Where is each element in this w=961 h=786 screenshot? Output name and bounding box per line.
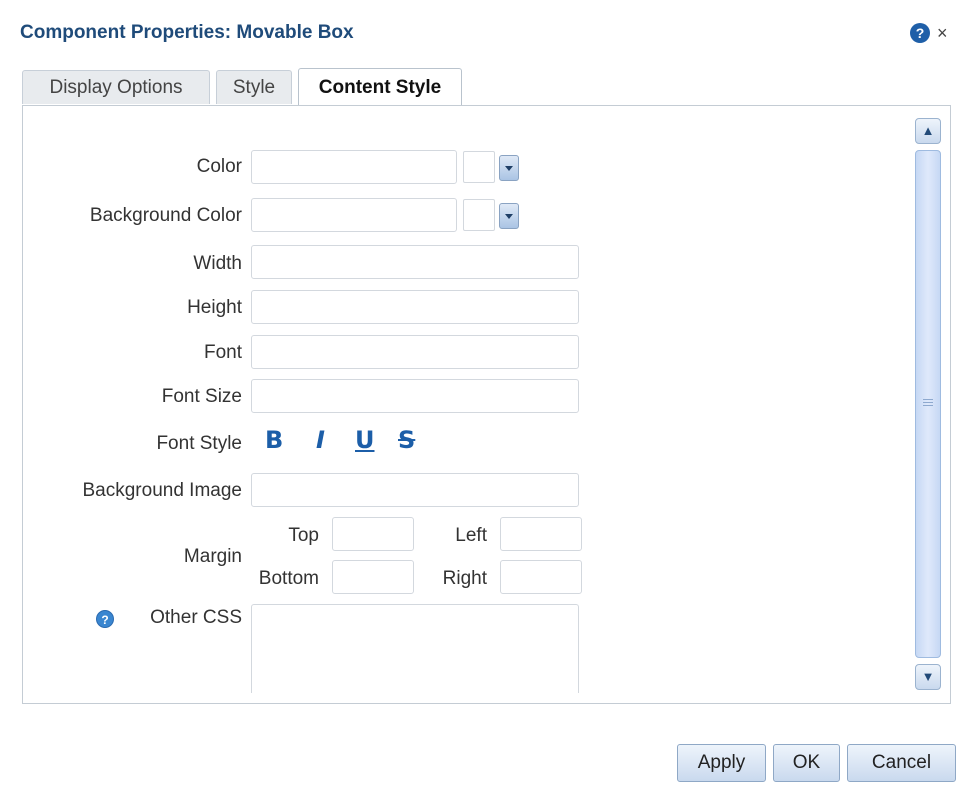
color-swatch[interactable] xyxy=(463,151,495,183)
margin-label: Margin xyxy=(183,546,242,567)
height-input[interactable] xyxy=(251,290,579,324)
scroll-grip-line xyxy=(923,399,933,400)
tab-display-options[interactable]: Display Options xyxy=(22,70,210,104)
font-label: Font xyxy=(203,342,242,363)
scroll-thumb[interactable] xyxy=(915,150,941,658)
tab-content-style[interactable]: Content Style xyxy=(298,68,462,106)
height-label: Height xyxy=(187,297,242,318)
strikethrough-button[interactable]: S xyxy=(398,426,415,454)
font-size-input[interactable] xyxy=(251,379,579,413)
apply-button[interactable]: Apply xyxy=(677,744,766,782)
background-color-input[interactable] xyxy=(251,198,457,232)
margin-right-input[interactable] xyxy=(500,560,582,594)
background-image-input[interactable] xyxy=(251,473,579,507)
scroll-down-icon[interactable]: ▼ xyxy=(915,664,941,690)
width-label: Width xyxy=(193,253,242,274)
scroll-grip-line xyxy=(923,405,933,406)
tab-style[interactable]: Style xyxy=(216,70,292,104)
width-input[interactable] xyxy=(251,245,579,279)
background-color-label: Background Color xyxy=(89,205,242,226)
background-color-swatch[interactable] xyxy=(463,199,495,231)
margin-bottom-label: Bottom xyxy=(258,568,319,589)
margin-top-input[interactable] xyxy=(332,517,414,551)
margin-left-label: Left xyxy=(455,525,487,546)
close-icon[interactable]: × xyxy=(937,23,948,43)
color-input[interactable] xyxy=(251,150,457,184)
margin-right-label: Right xyxy=(442,568,487,589)
margin-bottom-input[interactable] xyxy=(332,560,414,594)
margin-left-input[interactable] xyxy=(500,517,582,551)
vertical-scrollbar[interactable]: ▲ ▼ xyxy=(915,118,943,692)
font-style-label: Font Style xyxy=(156,433,242,454)
color-label: Color xyxy=(196,156,242,177)
italic-button[interactable]: I xyxy=(316,426,325,454)
scroll-up-icon[interactable]: ▲ xyxy=(915,118,941,144)
background-color-dropdown-button[interactable] xyxy=(499,203,519,229)
other-css-textarea[interactable] xyxy=(251,604,579,693)
margin-top-label: Top xyxy=(288,525,319,546)
dialog-title: Component Properties: Movable Box xyxy=(20,22,354,43)
cancel-button[interactable]: Cancel xyxy=(847,744,956,782)
color-dropdown-button[interactable] xyxy=(499,155,519,181)
help-icon[interactable]: ? xyxy=(910,23,930,43)
underline-button[interactable]: U xyxy=(355,426,375,454)
background-image-label: Background Image xyxy=(82,480,243,501)
ok-button[interactable]: OK xyxy=(773,744,840,782)
bold-button[interactable]: B xyxy=(265,426,283,454)
font-input[interactable] xyxy=(251,335,579,369)
scroll-grip-line xyxy=(923,402,933,403)
font-size-label: Font Size xyxy=(161,386,242,407)
other-css-help-icon[interactable]: ? xyxy=(96,610,114,628)
other-css-label: Other CSS xyxy=(150,607,242,628)
